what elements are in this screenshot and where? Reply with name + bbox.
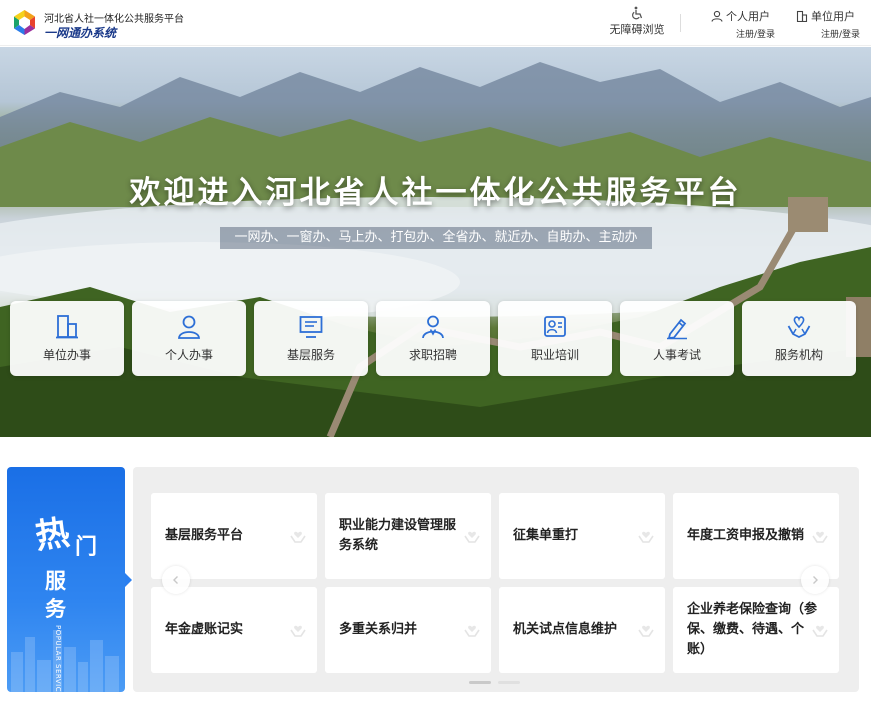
hot-service-label: 职业能力建设管理服务系统 — [339, 518, 457, 553]
hand-heart-icon — [290, 625, 306, 637]
unit-user-label: 单位用户 — [811, 10, 855, 23]
monitor-icon — [299, 316, 323, 338]
hot-service-label: 企业养老保险查询（参保、缴费、待遇、个账） — [687, 602, 818, 657]
personal-user-login[interactable]: 个人用户 注册/登录 — [711, 8, 775, 40]
chevron-right-icon — [813, 576, 818, 584]
hand-heart-icon — [290, 531, 306, 543]
quick-service-label: 个人办事 — [164, 348, 213, 362]
hot-char-3: 服 — [45, 568, 66, 593]
hot-service-label: 年金虚账记实 — [165, 622, 244, 637]
hot-service-tile[interactable]: 年金虚账记实 — [151, 587, 317, 673]
hot-service-tile[interactable]: 征集单重打 — [499, 493, 665, 579]
hand-heart-icon — [812, 625, 828, 637]
unit-user-register-link[interactable]: 注册/登录 — [796, 27, 860, 40]
building-small-icon — [796, 10, 808, 22]
hot-service-tile[interactable]: 机关试点信息维护 — [499, 587, 665, 673]
carousel-prev-button[interactable] — [162, 566, 190, 594]
hot-service-label: 年度工资申报及撤销 — [687, 528, 805, 543]
quick-service-label: 职业培训 — [530, 348, 579, 362]
quick-service-label: 单位办事 — [42, 348, 91, 362]
hot-char-1: 热 — [32, 512, 73, 558]
pen-exam-icon — [667, 318, 687, 340]
quick-service-label: 基层服务 — [286, 348, 335, 362]
personal-user-register-link[interactable]: 注册/登录 — [711, 27, 775, 40]
quick-service-cards: 单位办事 个人办事 基层服务 求职招聘 职业培训 人事考试 服务机构 — [10, 301, 856, 376]
hand-heart-icon — [638, 625, 654, 637]
top-header: 河北省人社一体化公共服务平台 一网通办系统 无障碍浏览 个人用户 注册/登录 单… — [0, 0, 871, 46]
personal-user-label: 个人用户 — [726, 10, 770, 23]
hand-heart-icon — [464, 625, 480, 637]
hot-service-tile[interactable]: 职业能力建设管理服务系统 — [325, 493, 491, 579]
hot-char-2: 门 — [75, 534, 98, 560]
hot-service-tile[interactable]: 企业养老保险查询（参保、缴费、待遇、个账） — [673, 587, 839, 673]
accessibility-label: 无障碍浏览 — [609, 23, 665, 36]
hand-heart-icon — [812, 531, 828, 543]
unit-user-login[interactable]: 单位用户 注册/登录 — [796, 8, 860, 40]
building-icon — [56, 315, 78, 339]
platform-logo-icon[interactable] — [11, 9, 38, 36]
heart-hands-icon — [787, 316, 811, 339]
training-icon — [544, 316, 566, 337]
hot-service-tile[interactable]: 多重关系归并 — [325, 587, 491, 673]
quick-service-agencies[interactable]: 服务机构 — [742, 301, 856, 376]
logo-title: 河北省人社一体化公共服务平台 — [44, 14, 184, 25]
quick-service-label: 服务机构 — [774, 348, 823, 362]
hand-heart-icon — [638, 531, 654, 543]
hot-service-label: 征集单重打 — [513, 528, 579, 543]
banner-title: 欢迎进入河北省人社一体化公共服务平台 — [129, 175, 742, 211]
hot-services-panel: 热 门 服 务 POPULAR SERVICES — [7, 467, 125, 692]
quick-service-jobs[interactable]: 求职招聘 — [376, 301, 490, 376]
quick-service-grassroots[interactable]: 基层服务 — [254, 301, 368, 376]
user-icon — [711, 10, 723, 22]
wheelchair-icon — [632, 6, 643, 20]
header-divider — [680, 14, 681, 32]
job-seeker-icon — [422, 315, 444, 339]
accessibility-button[interactable]: 无障碍浏览 — [604, 6, 670, 37]
carousel-next-button[interactable] — [801, 566, 829, 594]
carousel-dot-1[interactable] — [469, 681, 491, 684]
quick-service-label: 人事考试 — [652, 348, 701, 362]
city-skyline-icon — [11, 630, 119, 692]
quick-service-exam[interactable]: 人事考试 — [620, 301, 734, 376]
chevron-left-icon — [173, 576, 178, 584]
hot-service-label: 机关试点信息维护 — [513, 622, 618, 637]
quick-service-personal[interactable]: 个人办事 — [132, 301, 246, 376]
quick-service-label: 求职招聘 — [408, 348, 457, 362]
logo-subtitle: 一网通办系统 — [44, 26, 117, 40]
hero-banner: 欢迎进入河北省人社一体化公共服务平台 一网办、一窗办、马上办、打包办、全省办、就… — [0, 47, 871, 437]
person-icon — [178, 315, 200, 339]
hot-service-label: 基层服务平台 — [165, 528, 244, 543]
hot-service-label: 多重关系归并 — [339, 622, 418, 637]
quick-service-training[interactable]: 职业培训 — [498, 301, 612, 376]
hot-panel-pointer — [125, 573, 132, 587]
quick-service-unit[interactable]: 单位办事 — [10, 301, 124, 376]
banner-subtitle: 一网办、一窗办、马上办、打包办、全省办、就近办、自助办、主动办 — [220, 227, 652, 249]
hand-heart-icon — [464, 531, 480, 543]
carousel-dot-2[interactable] — [498, 681, 520, 684]
